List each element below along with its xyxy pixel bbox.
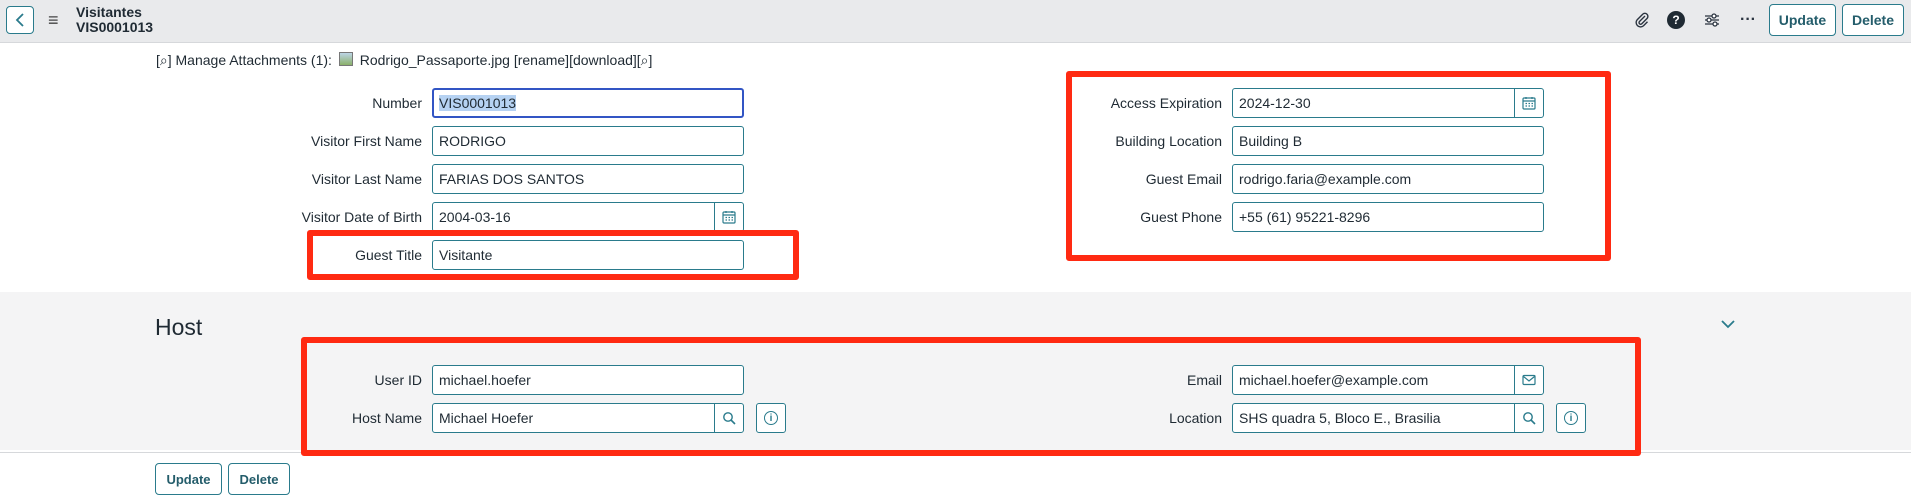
host-section — [0, 292, 1911, 450]
access-expiration-label: Access Expiration — [1110, 95, 1222, 111]
building-location-field[interactable]: Building B — [1232, 126, 1544, 156]
image-file-icon — [338, 52, 353, 66]
first-name-label: Visitor First Name — [311, 133, 422, 149]
help-button[interactable]: ? — [1666, 10, 1686, 30]
user-id-label: User ID — [374, 372, 422, 388]
search-icon — [723, 412, 736, 425]
attachments-row: [⌕] Manage Attachments (1): Rodrigo_Pass… — [156, 52, 652, 69]
last-name-field[interactable]: FARIAS DOS SANTOS — [432, 164, 744, 194]
form-title: Visitantes — [76, 4, 142, 20]
dob-label: Visitor Date of Birth — [301, 209, 422, 225]
dob-field[interactable]: 2004-03-16 — [432, 202, 715, 232]
guest-email-field[interactable]: rodrigo.faria@example.com — [1232, 164, 1544, 194]
help-icon: ? — [1667, 11, 1685, 29]
info-icon: i — [764, 411, 778, 425]
more-icon[interactable]: ··· — [1738, 10, 1758, 30]
host-name-info-button[interactable]: i — [756, 403, 786, 433]
section-divider — [0, 452, 1911, 453]
last-name-label: Visitor Last Name — [311, 171, 422, 187]
form-header: ≡ Visitantes VIS0001013 ? ··· Update Del… — [0, 0, 1911, 43]
delete-button[interactable]: Delete — [1842, 4, 1904, 36]
location-info-button[interactable]: i — [1556, 403, 1586, 433]
guest-title-field[interactable]: Visitante — [432, 240, 744, 270]
user-id-field[interactable]: michael.hoefer — [432, 365, 744, 395]
paperclip-icon[interactable] — [1632, 10, 1652, 30]
sliders-icon[interactable] — [1702, 10, 1722, 30]
access-expiration-calendar-button[interactable] — [1514, 88, 1544, 118]
first-name-field[interactable]: RODRIGO — [432, 126, 744, 156]
access-expiration-field[interactable]: 2024-12-30 — [1232, 88, 1515, 118]
attachment-actions[interactable]: [rename][download][⌕] — [514, 52, 653, 68]
search-icon — [1523, 412, 1536, 425]
number-field[interactable]: VIS0001013 — [432, 88, 744, 118]
email-send-button[interactable] — [1514, 365, 1544, 395]
menu-icon[interactable]: ≡ — [48, 10, 59, 30]
location-search-button[interactable] — [1514, 403, 1544, 433]
back-button[interactable] — [6, 6, 34, 34]
calendar-icon — [1522, 97, 1536, 110]
footer-delete-button[interactable]: Delete — [228, 463, 290, 495]
location-label: Location — [1169, 410, 1222, 426]
mail-icon — [1522, 374, 1536, 386]
location-field[interactable]: SHS quadra 5, Bloco E., Brasilia — [1232, 403, 1515, 433]
manage-attachments-link[interactable]: [⌕] Manage Attachments (1): — [156, 52, 332, 68]
chevron-down-icon[interactable] — [1720, 316, 1736, 334]
guest-phone-field[interactable]: +55 (61) 95221-8296 — [1232, 202, 1544, 232]
email-label: Email — [1186, 372, 1222, 388]
building-location-label: Building Location — [1115, 133, 1222, 149]
update-button[interactable]: Update — [1769, 4, 1836, 36]
host-name-field[interactable]: Michael Hoefer — [432, 403, 715, 433]
attachment-file-link[interactable]: Rodrigo_Passaporte.jpg — [360, 52, 510, 68]
guest-title-label: Guest Title — [355, 247, 422, 263]
number-label: Number — [372, 95, 422, 111]
dob-calendar-button[interactable] — [714, 202, 744, 232]
footer-update-button[interactable]: Update — [155, 463, 222, 495]
record-number: VIS0001013 — [76, 19, 154, 35]
calendar-icon — [722, 211, 736, 224]
guest-phone-label: Guest Phone — [1140, 209, 1222, 225]
host-name-search-button[interactable] — [714, 403, 744, 433]
back-icon — [15, 13, 24, 27]
info-icon: i — [1564, 411, 1578, 425]
email-field[interactable]: michael.hoefer@example.com — [1232, 365, 1515, 395]
host-name-label: Host Name — [351, 410, 422, 426]
guest-email-label: Guest Email — [1145, 171, 1222, 187]
host-section-title: Host — [155, 314, 203, 340]
